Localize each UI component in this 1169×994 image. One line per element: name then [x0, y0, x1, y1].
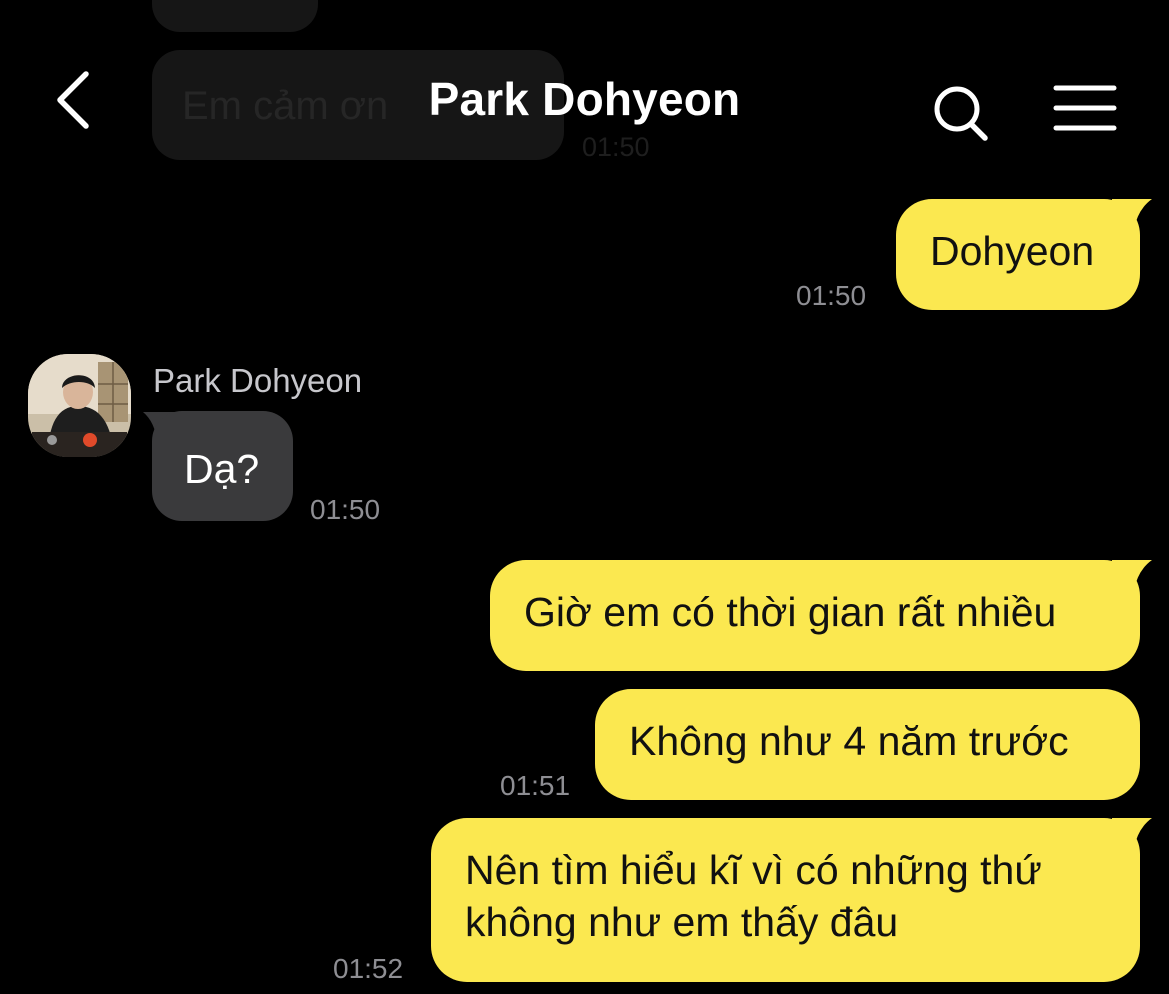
outgoing-message-bubble[interactable]: Nên tìm hiểu kĩ vì có những thứ không nh…	[431, 818, 1140, 982]
sender-name: Park Dohyeon	[153, 362, 363, 399]
incoming-message-bubble[interactable]: Dạ?	[152, 411, 293, 521]
message-text-line: Nên tìm hiểu kĩ vì có những thứ	[465, 847, 1042, 893]
partial-message-time: 01:50	[582, 132, 650, 162]
outgoing-message-bubble[interactable]: Dohyeon	[896, 199, 1140, 310]
hamburger-menu-icon	[1053, 85, 1117, 131]
bubble-tail	[1112, 199, 1152, 229]
message-text: Giờ em có thời gian rất nhiều	[524, 589, 1057, 635]
message-time: 01:51	[500, 770, 571, 801]
message-time: 01:50	[796, 280, 867, 311]
message-time: 01:52	[333, 953, 404, 984]
outgoing-message-bubble[interactable]: Không như 4 năm trước	[595, 689, 1140, 800]
avatar[interactable]	[28, 354, 131, 457]
message-time: 01:50	[310, 494, 381, 525]
bubble-tail	[1112, 818, 1152, 848]
message-text: Dạ?	[184, 446, 260, 492]
bubble-tail	[1112, 560, 1152, 590]
avatar-photo	[28, 354, 131, 457]
search-icon	[934, 86, 988, 141]
message-text: Không như 4 năm trước	[629, 718, 1069, 764]
partial-message-bubble	[152, 0, 318, 32]
menu-button[interactable]	[1050, 80, 1120, 140]
message-text-line: không như em thấy đâu	[465, 899, 899, 945]
message-text: Dohyeon	[930, 228, 1095, 274]
outgoing-message-bubble[interactable]: Giờ em có thời gian rất nhiều	[490, 560, 1140, 671]
search-button[interactable]	[928, 80, 994, 146]
